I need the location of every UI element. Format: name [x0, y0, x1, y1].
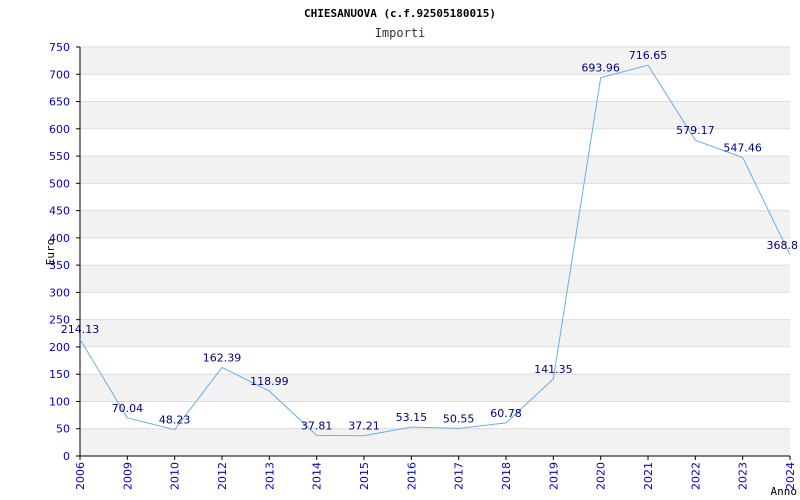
- y-tick-label: 500: [49, 177, 70, 190]
- x-tick-label: 2016: [405, 462, 418, 490]
- data-label: 579.17: [676, 124, 715, 137]
- grid-band: [80, 156, 790, 184]
- y-tick-label: 400: [49, 232, 70, 245]
- data-label: 141.35: [534, 363, 573, 376]
- y-tick-label: 300: [49, 286, 70, 299]
- x-tick-label: 2022: [689, 462, 702, 490]
- data-label: 693.96: [581, 62, 620, 75]
- data-label: 70.04: [112, 402, 144, 415]
- x-tick-label: 2009: [121, 462, 134, 490]
- y-tick-label: 350: [49, 259, 70, 272]
- x-tick-label: 2006: [74, 462, 87, 490]
- grid-band: [80, 265, 790, 293]
- line-chart: CHIESANUOVA (c.f.92505180015) Importi Eu…: [44, 7, 799, 498]
- data-label: 48.23: [159, 414, 191, 427]
- y-tick-label: 700: [49, 68, 70, 81]
- y-tick-label: 600: [49, 123, 70, 136]
- grid-band: [80, 428, 790, 456]
- data-label: 162.39: [203, 351, 242, 364]
- y-tick-label: 750: [49, 41, 70, 54]
- grid-band: [80, 319, 790, 347]
- y-tick-label: 0: [63, 450, 70, 463]
- grid-bands: [80, 47, 790, 456]
- data-label: 60.78: [490, 407, 522, 420]
- data-label: 37.21: [348, 420, 380, 433]
- y-tick-label: 650: [49, 96, 70, 109]
- data-label: 547.46: [723, 141, 762, 154]
- y-tick-label: 200: [49, 341, 70, 354]
- x-tick-label: 2024: [784, 462, 797, 490]
- x-tick-label: 2014: [311, 462, 324, 490]
- x-tick-label: 2010: [169, 462, 182, 490]
- chart-subtitle: Importi: [375, 26, 426, 40]
- data-label: 50.55: [443, 412, 475, 425]
- y-tick-label: 150: [49, 368, 70, 381]
- data-label: 214.13: [61, 323, 100, 336]
- x-tick-label: 2012: [216, 462, 229, 490]
- data-label: 37.81: [301, 419, 333, 432]
- y-tick-label: 450: [49, 205, 70, 218]
- chart-title: CHIESANUOVA (c.f.92505180015): [304, 7, 496, 20]
- grid-band: [80, 210, 790, 238]
- data-label: 118.99: [250, 375, 289, 388]
- y-tick-label: 550: [49, 150, 70, 163]
- y-tick-label: 100: [49, 395, 70, 408]
- x-tick-label: 2021: [642, 462, 655, 490]
- x-tick-label: 2019: [547, 462, 560, 490]
- grid-band: [80, 47, 790, 75]
- grid-band: [80, 374, 790, 402]
- x-tick-label: 2020: [595, 462, 608, 490]
- data-label: 53.15: [396, 411, 428, 424]
- data-label: 716.65: [629, 49, 668, 62]
- x-axis-ticks: 2006 2009 2010 2012 2013 2014 2015 2016 2017 2018…: [74, 456, 797, 490]
- x-tick-label: 2017: [453, 462, 466, 490]
- x-tick-label: 2015: [358, 462, 371, 490]
- x-tick-label: 2018: [500, 462, 513, 490]
- y-tick-label: 50: [56, 423, 70, 436]
- data-label: 368.8: [767, 239, 799, 252]
- x-tick-label: 2013: [263, 462, 276, 490]
- x-tick-label: 2023: [737, 462, 750, 490]
